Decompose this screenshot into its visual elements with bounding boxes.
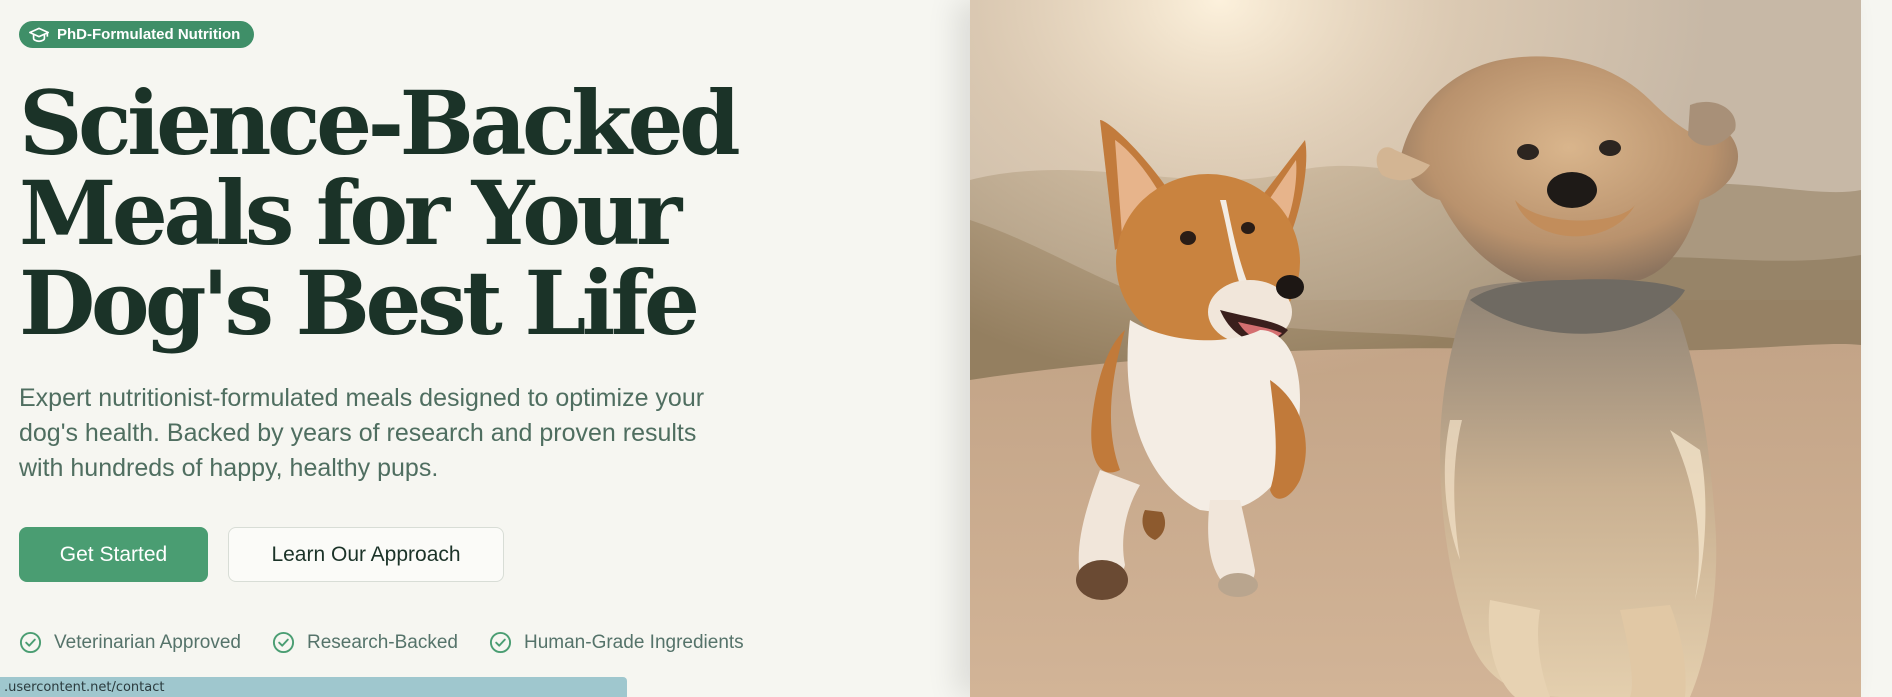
trust-item-ingredients: Human-Grade Ingredients [489, 631, 744, 654]
trust-indicators: Veterinarian Approved Research-Backed Hu… [19, 631, 775, 654]
trust-label: Research-Backed [306, 631, 458, 653]
learn-approach-button[interactable]: Learn Our Approach [228, 527, 504, 582]
description-line: with hundreds of happy, healthy pups. [19, 454, 439, 482]
hero-description: Expert nutritionist-formulated meals des… [19, 381, 799, 486]
nutrition-badge: PhD-Formulated Nutrition [19, 21, 255, 48]
trust-item-veterinarian: Veterinarian Approved [19, 631, 241, 654]
hero-dogs-photo [970, 0, 1861, 697]
headline-line: Dog's Best Life [19, 251, 700, 355]
status-bar-url: .usercontent.net/contact [0, 677, 627, 697]
check-circle-icon [19, 631, 42, 654]
hero-content: PhD-Formulated Nutrition Science-Backed … [19, 0, 959, 697]
check-circle-icon [272, 631, 295, 654]
get-started-button[interactable]: Get Started [19, 527, 208, 582]
trust-item-research: Research-Backed [272, 631, 458, 654]
graduation-cap-icon [29, 27, 49, 43]
hero-section: PhD-Formulated Nutrition Science-Backed … [0, 0, 1892, 697]
badge-label: PhD-Formulated Nutrition [57, 26, 241, 43]
headline-line: Meals for Your [19, 161, 682, 265]
trust-label: Human-Grade Ingredients [524, 631, 744, 653]
headline-line: Science-Backed [19, 71, 741, 175]
description-line: dog's health. Backed by years of researc… [19, 419, 697, 447]
trust-label: Veterinarian Approved [54, 631, 241, 653]
description-line: Expert nutritionist-formulated meals des… [19, 384, 705, 412]
page-title: Science-Backed Meals for Your Dog's Best… [19, 78, 779, 348]
check-circle-icon [489, 631, 512, 654]
